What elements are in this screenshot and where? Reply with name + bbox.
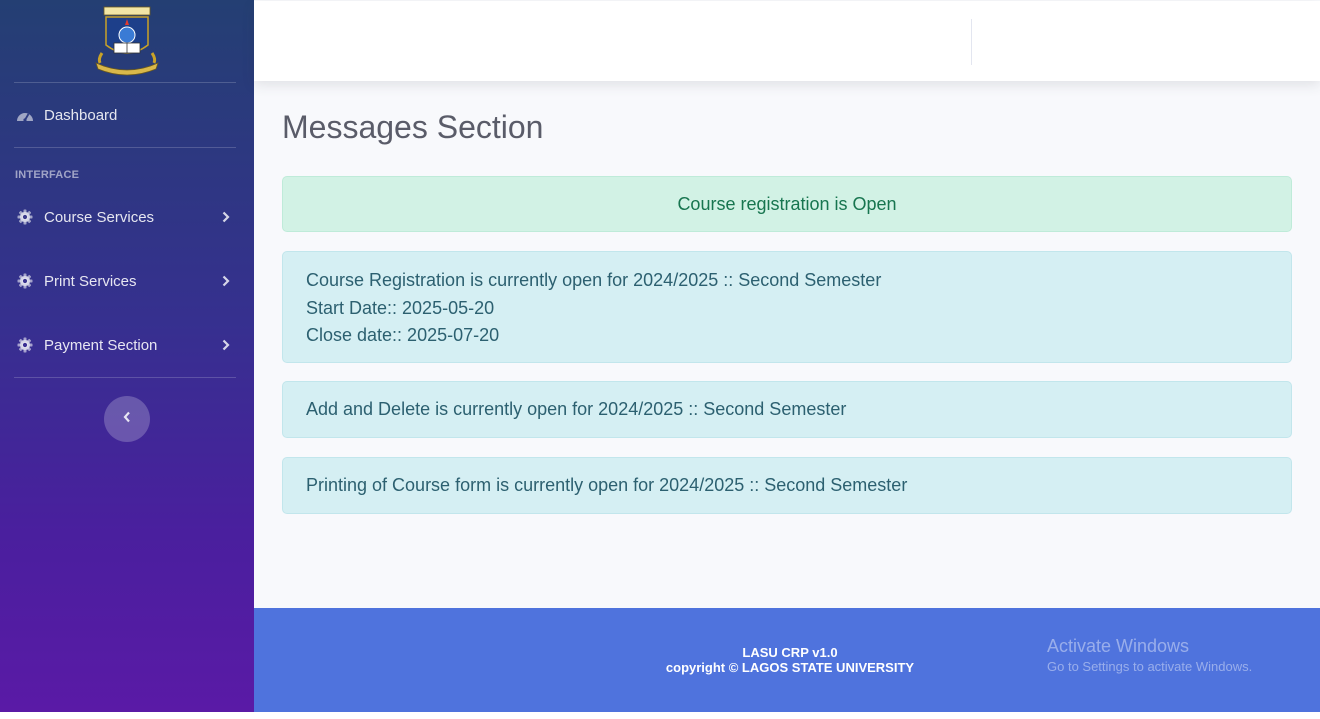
sidebar-heading: INTERFACE xyxy=(15,169,80,181)
tachometer-icon xyxy=(16,106,34,124)
topbar xyxy=(254,1,1320,81)
sidebar-item-payment-section[interactable]: Payment Section xyxy=(0,313,254,377)
footer-copyright: LASU CRP v1.0 copyright © LAGOS STATE UN… xyxy=(650,645,930,675)
sidebar-item-print-services[interactable]: Print Services xyxy=(0,249,254,313)
sidebar: Dashboard INTERFACE Course Services Prin… xyxy=(0,0,254,712)
footer-version: LASU CRP v1.0 xyxy=(742,645,838,660)
topbar-divider xyxy=(971,19,972,65)
close-date-text: Close date:: 2025-07-20 xyxy=(306,325,500,345)
registration-info-line: Course Registration is currently open fo… xyxy=(306,270,882,290)
printing-alert: Printing of Course form is currently ope… xyxy=(282,457,1292,514)
gear-icon xyxy=(16,208,34,226)
chevron-right-icon xyxy=(222,338,232,352)
sidebar-item-label: Print Services xyxy=(44,272,137,290)
gear-icon xyxy=(16,336,34,354)
sidebar-item-dashboard[interactable]: Dashboard xyxy=(0,83,254,147)
watermark-title: Activate Windows xyxy=(1047,636,1190,656)
chevron-right-icon xyxy=(222,274,232,288)
gear-icon xyxy=(16,272,34,290)
registration-info-alert: Course Registration is currently open fo… xyxy=(282,251,1292,363)
windows-activation-watermark: Activate Windows Go to Settings to activ… xyxy=(1047,635,1252,677)
university-logo xyxy=(95,6,159,76)
page-title: Messages Section xyxy=(282,109,544,145)
chevron-left-icon xyxy=(123,410,131,428)
main-content: Messages Section Course registration is … xyxy=(254,81,1320,608)
sidebar-item-label: Payment Section xyxy=(44,336,158,354)
registration-status-alert: Course registration is Open xyxy=(282,176,1292,232)
add-delete-alert: Add and Delete is currently open for 202… xyxy=(282,381,1292,438)
sidebar-item-course-services[interactable]: Course Services xyxy=(0,185,254,249)
sidebar-brand[interactable] xyxy=(0,0,254,82)
sidebar-toggle-button[interactable] xyxy=(104,396,150,442)
sidebar-toggle-wrap xyxy=(0,378,254,442)
chevron-right-icon xyxy=(222,210,232,224)
footer: LASU CRP v1.0 copyright © LAGOS STATE UN… xyxy=(254,608,1320,712)
footer-copyright-text: copyright © LAGOS STATE UNIVERSITY xyxy=(665,660,915,675)
watermark-subtitle: Go to Settings to activate Windows. xyxy=(1047,659,1253,674)
start-date-text: Start Date:: 2025-05-20 xyxy=(306,297,495,318)
bottom-strip xyxy=(0,712,1320,719)
sidebar-item-label: Dashboard xyxy=(44,106,118,124)
app: Dashboard INTERFACE Course Services Prin… xyxy=(0,0,1320,719)
sidebar-item-label: Course Services xyxy=(44,208,155,226)
